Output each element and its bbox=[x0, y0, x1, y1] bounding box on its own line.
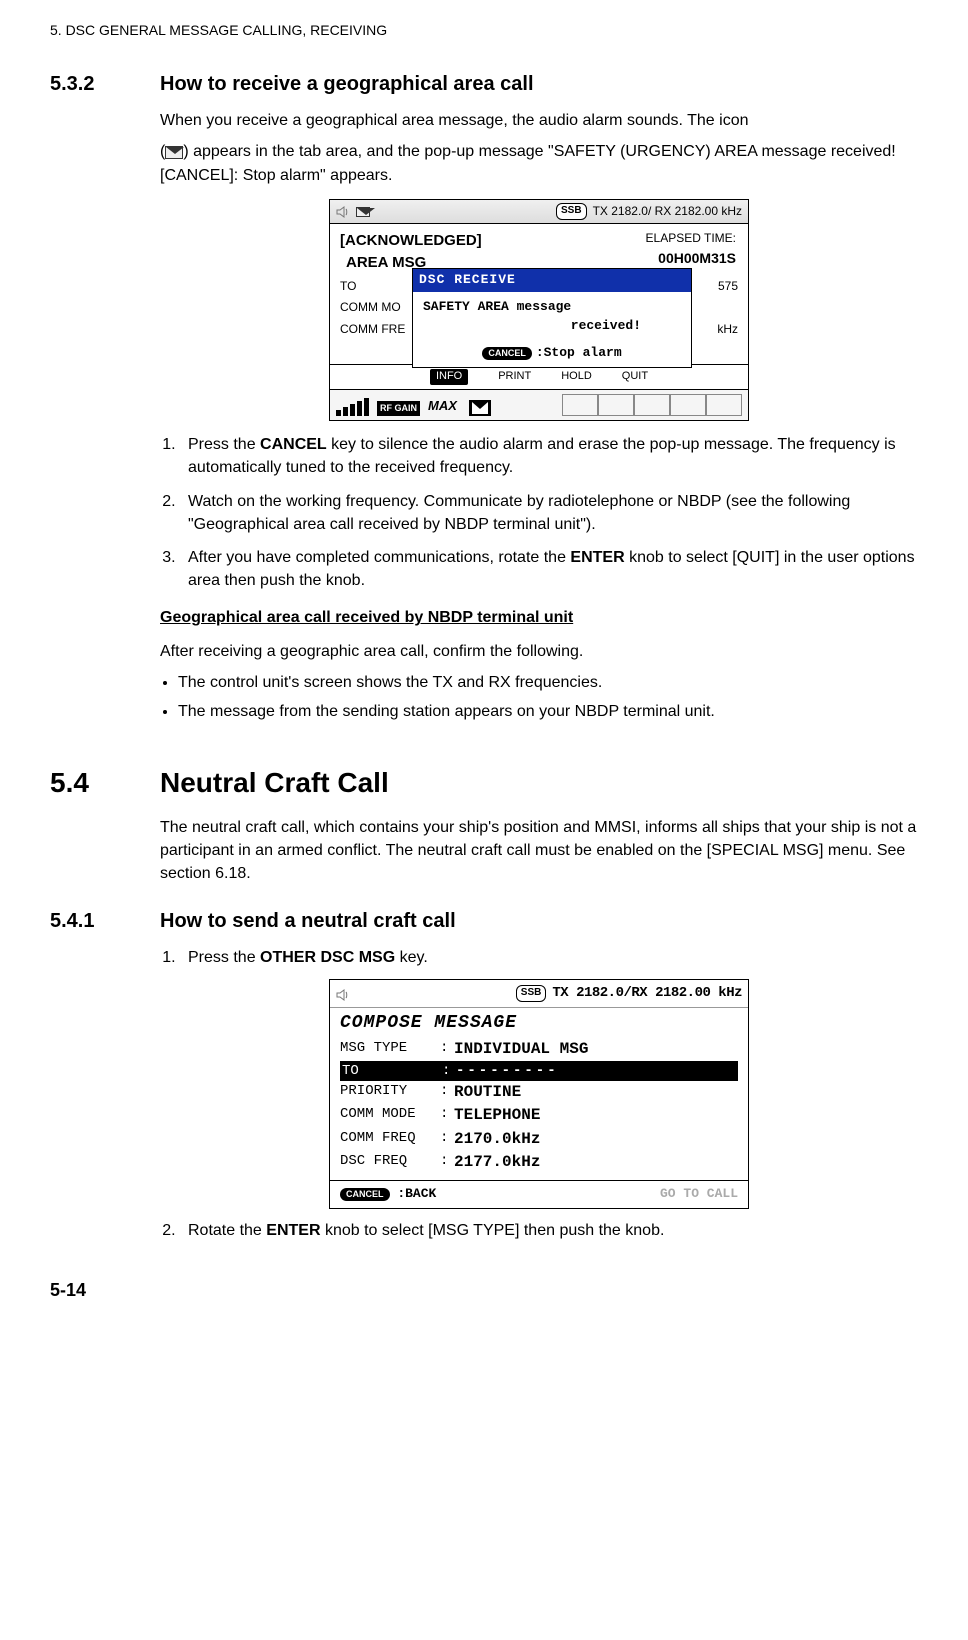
text: key. bbox=[395, 949, 428, 966]
nbdp-heading: Geographical area call received by NBDP … bbox=[160, 606, 918, 629]
text: Rotate the bbox=[188, 1222, 266, 1239]
list-item: Watch on the working frequency. Communic… bbox=[180, 490, 918, 536]
comm-freq-unit: kHz bbox=[717, 321, 738, 338]
list-item: Press the CANCEL key to silence the audi… bbox=[180, 433, 918, 479]
elapsed-time: ELAPSED TIME: 00H00M31S bbox=[646, 230, 736, 268]
section-num: 5.3.2 bbox=[50, 70, 130, 99]
back-label: :BACK bbox=[397, 1186, 436, 1201]
to-value: 575 bbox=[718, 278, 738, 295]
comm-mode-row[interactable]: COMM MODE: TELEPHONE bbox=[340, 1104, 738, 1127]
section-title: How to send a neutral craft call bbox=[160, 907, 456, 936]
status-bar: SSB TX 2182.0/ RX 2182.00 kHz bbox=[330, 200, 748, 224]
label: DSC FREQ bbox=[340, 1151, 440, 1174]
text-bold: OTHER DSC MSG bbox=[260, 949, 395, 966]
paragraph: () appears in the tab area, and the pop-… bbox=[160, 140, 918, 186]
compose-title: COMPOSE MESSAGE bbox=[330, 1008, 748, 1038]
acknowledged-screenshot: SSB TX 2182.0/ RX 2182.00 kHz [ACKNOWLED… bbox=[329, 199, 749, 421]
section-5-4-header: 5.4 Neutral Craft Call bbox=[50, 763, 918, 804]
max-label: MAX bbox=[428, 397, 457, 416]
freq-text: TX 2182.0/RX 2182.00 kHz bbox=[552, 983, 742, 1003]
popup-title: DSC RECEIVE bbox=[413, 269, 691, 292]
list-item: The message from the sending station app… bbox=[178, 700, 918, 723]
list-item: Rotate the ENTER knob to select [MSG TYP… bbox=[180, 1219, 918, 1242]
value: INDIVIDUAL MSG bbox=[454, 1038, 588, 1061]
list-item: After you have completed communications,… bbox=[180, 546, 918, 592]
comm-freq-label: COMM FRE bbox=[340, 322, 405, 336]
value: 2170.0kHz bbox=[454, 1128, 540, 1151]
steps-list: Press the OTHER DSC MSG key. bbox=[180, 946, 918, 969]
envelope-dark-icon bbox=[469, 400, 491, 416]
label: COMM MODE bbox=[340, 1104, 440, 1127]
empty-boxes bbox=[562, 394, 742, 416]
envelope-icon bbox=[356, 207, 370, 217]
elapsed-value: 00H00M31S bbox=[646, 248, 736, 268]
label: MSG TYPE bbox=[340, 1038, 440, 1061]
stop-alarm-text: :Stop alarm bbox=[536, 344, 622, 363]
text: After you have completed communications,… bbox=[188, 549, 570, 566]
text: Press the bbox=[188, 436, 260, 453]
envelope-icon bbox=[165, 146, 183, 159]
dsc-freq-row[interactable]: DSC FREQ: 2177.0kHz bbox=[340, 1151, 738, 1174]
text-bold: ENTER bbox=[570, 549, 624, 566]
to-label: TO bbox=[340, 279, 356, 293]
comm-freq-row[interactable]: COMM FREQ: 2170.0kHz bbox=[340, 1128, 738, 1151]
freq-text: TX 2182.0/ RX 2182.00 kHz bbox=[593, 203, 742, 220]
text-bold: CANCEL bbox=[260, 436, 327, 453]
paragraph: After receiving a geographic area call, … bbox=[160, 640, 918, 663]
tab-print[interactable]: PRINT bbox=[498, 369, 531, 385]
text-bold: ENTER bbox=[266, 1222, 320, 1239]
value: 2177.0kHz bbox=[454, 1151, 540, 1174]
steps-list: Rotate the ENTER knob to select [MSG TYP… bbox=[180, 1219, 918, 1242]
section-title: How to receive a geographical area call bbox=[160, 70, 534, 99]
section-5-4-1-header: 5.4.1 How to send a neutral craft call bbox=[50, 907, 918, 936]
value: ROUTINE bbox=[454, 1081, 521, 1104]
to-row[interactable]: TO: --------- bbox=[340, 1061, 738, 1081]
label: PRIORITY bbox=[340, 1081, 440, 1104]
ssb-badge: SSB bbox=[516, 985, 547, 1002]
popup-line1: SAFETY AREA message bbox=[423, 298, 681, 317]
paragraph: When you receive a geographical area mes… bbox=[160, 109, 918, 132]
speaker-icon bbox=[336, 987, 350, 1001]
dsc-receive-popup: DSC RECEIVE SAFETY AREA message received… bbox=[412, 268, 692, 367]
compose-message-screenshot: SSB TX 2182.0/RX 2182.00 kHz COMPOSE MES… bbox=[329, 979, 749, 1208]
signal-bars-icon bbox=[336, 398, 369, 416]
text: When you receive a geographical area mes… bbox=[160, 112, 749, 129]
text: ) appears in the tab area, and the pop-u… bbox=[160, 143, 896, 183]
tab-quit[interactable]: QUIT bbox=[622, 369, 648, 385]
rf-gain-label: RF GAIN bbox=[377, 401, 420, 416]
go-to-call-label: GO TO CALL bbox=[660, 1185, 738, 1204]
elapsed-label: ELAPSED TIME: bbox=[646, 230, 736, 247]
text: Press the bbox=[188, 949, 260, 966]
section-5-3-2-header: 5.3.2 How to receive a geographical area… bbox=[50, 70, 918, 99]
footer-bar: RF GAIN MAX bbox=[330, 389, 748, 420]
tab-hold[interactable]: HOLD bbox=[561, 369, 592, 385]
label: COMM FREQ bbox=[340, 1128, 440, 1151]
list-item: The control unit's screen shows the TX a… bbox=[178, 671, 918, 694]
section-num: 5.4.1 bbox=[50, 907, 130, 936]
section-title: Neutral Craft Call bbox=[160, 763, 389, 804]
ssb-badge: SSB bbox=[556, 203, 587, 220]
speaker-icon bbox=[336, 205, 350, 219]
footer-bar: CANCEL :BACK GO TO CALL bbox=[330, 1180, 748, 1208]
msg-type-row[interactable]: MSG TYPE: INDIVIDUAL MSG bbox=[340, 1038, 738, 1061]
popup-line2: received! bbox=[423, 317, 681, 336]
page-number: 5-14 bbox=[50, 1277, 918, 1303]
section-num: 5.4 bbox=[50, 763, 130, 804]
priority-row[interactable]: PRIORITY: ROUTINE bbox=[340, 1081, 738, 1104]
value: --------- bbox=[456, 1061, 559, 1081]
status-bar: SSB TX 2182.0/RX 2182.00 kHz bbox=[330, 980, 748, 1007]
list-item: Press the OTHER DSC MSG key. bbox=[180, 946, 918, 969]
tab-info[interactable]: INFO bbox=[430, 369, 468, 385]
tab-bar: INFO PRINT HOLD QUIT bbox=[330, 364, 748, 389]
cancel-badge: CANCEL bbox=[482, 347, 532, 360]
text: knob to select [MSG TYPE] then push the … bbox=[321, 1222, 665, 1239]
bullet-list: The control unit's screen shows the TX a… bbox=[178, 671, 918, 723]
label: TO bbox=[342, 1061, 442, 1081]
cancel-badge: CANCEL bbox=[340, 1188, 390, 1201]
page-header: 5. DSC GENERAL MESSAGE CALLING, RECEIVIN… bbox=[50, 20, 918, 40]
text: Geographical area call received by NBDP … bbox=[160, 609, 573, 626]
steps-list: Press the CANCEL key to silence the audi… bbox=[180, 433, 918, 592]
paragraph: The neutral craft call, which contains y… bbox=[160, 816, 918, 886]
value: TELEPHONE bbox=[454, 1104, 540, 1127]
